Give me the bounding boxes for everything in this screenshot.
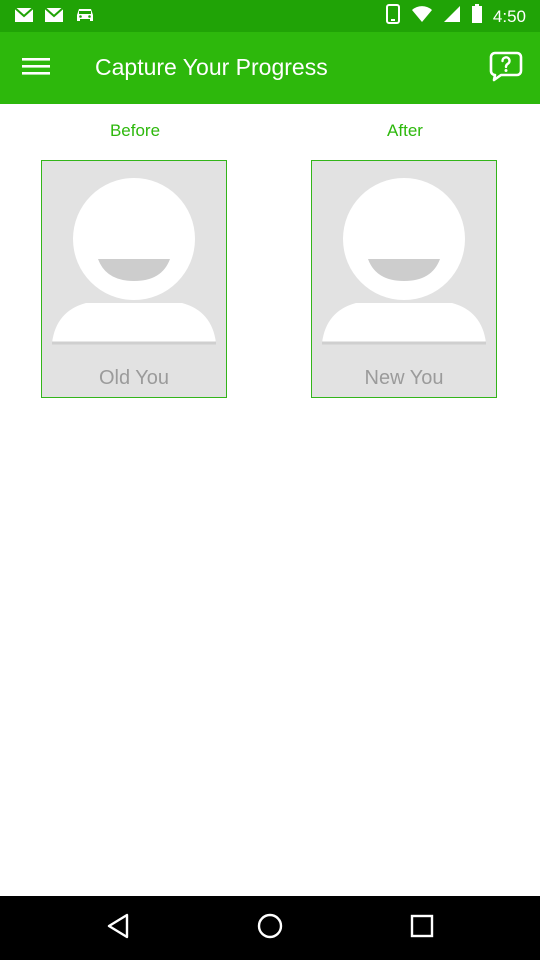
before-photo-button[interactable]: Old You bbox=[41, 160, 227, 398]
page-title: Capture Your Progress bbox=[95, 54, 328, 80]
cellular-signal-icon bbox=[443, 5, 461, 28]
before-label: Before bbox=[109, 121, 161, 140]
navigation-bar bbox=[0, 896, 540, 960]
battery-icon bbox=[471, 4, 483, 29]
help-chat-icon bbox=[489, 50, 523, 87]
back-triangle-icon bbox=[105, 912, 131, 945]
after-label: After bbox=[387, 121, 423, 140]
after-photo-button[interactable]: New You bbox=[311, 160, 497, 398]
status-notifications bbox=[14, 6, 96, 29]
status-bar: 4:50 bbox=[0, 0, 540, 32]
before-photo-caption: Old You bbox=[98, 367, 170, 389]
car-icon bbox=[74, 6, 96, 29]
status-system: 4:50 bbox=[385, 4, 526, 29]
person-placeholder-icon bbox=[312, 161, 496, 397]
recents-button[interactable] bbox=[400, 908, 444, 948]
menu-button[interactable] bbox=[14, 46, 58, 90]
wifi-icon bbox=[411, 5, 433, 28]
app-bar: Capture Your Progress bbox=[0, 32, 540, 104]
person-placeholder-icon bbox=[42, 161, 226, 397]
mail-icon bbox=[44, 7, 64, 28]
back-button[interactable] bbox=[96, 908, 140, 948]
home-button[interactable] bbox=[248, 908, 292, 948]
hamburger-menu-icon bbox=[22, 56, 50, 81]
home-circle-icon bbox=[256, 912, 284, 945]
mail-icon bbox=[14, 7, 34, 28]
after-photo-caption: New You bbox=[364, 367, 444, 389]
help-button[interactable] bbox=[484, 46, 528, 90]
recents-square-icon bbox=[409, 913, 435, 944]
phone-icon bbox=[385, 4, 401, 29]
status-time: 4:50 bbox=[492, 6, 526, 26]
